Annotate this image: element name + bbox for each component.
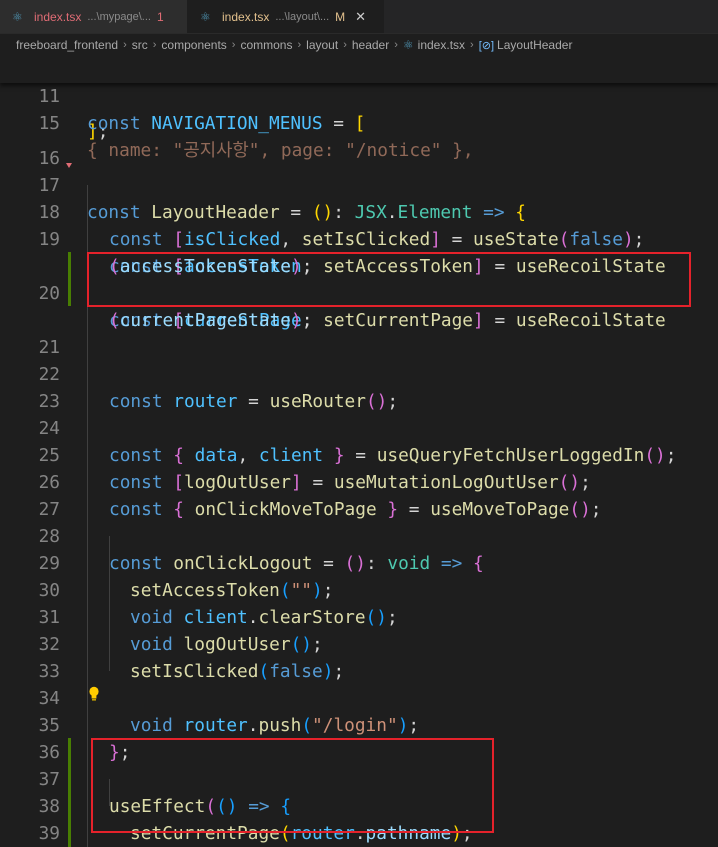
code-editor[interactable]: 15 { name: "공지사항", page: "/notice" }, ];… bbox=[0, 56, 718, 847]
react-file-icon: ⚛ bbox=[12, 9, 23, 24]
code-line-wrapped: (accessTokenState); bbox=[0, 226, 718, 277]
chevron-right-icon: › bbox=[123, 39, 127, 51]
line-number: 11 bbox=[38, 86, 60, 107]
code-line: 17 const LayoutHeader = (): JSX.Element … bbox=[0, 145, 718, 223]
close-icon[interactable]: ✕ bbox=[355, 9, 366, 25]
breadcrumb-item[interactable]: layout bbox=[306, 38, 338, 52]
code-line: 26 const { onClickMoveToPage } = useMove… bbox=[0, 442, 718, 520]
chevron-right-icon: › bbox=[297, 39, 302, 51]
chevron-right-icon: › bbox=[152, 39, 157, 51]
chevron-right-icon: › bbox=[470, 39, 474, 51]
code-line: 33 bbox=[0, 631, 718, 682]
react-file-icon: ⚛ bbox=[402, 38, 414, 52]
annotation-highlight-box bbox=[87, 252, 691, 307]
breadcrumb-item[interactable]: src bbox=[132, 38, 148, 52]
code-line: 18 const [isClicked, setIsClicked] = use… bbox=[0, 172, 718, 250]
code-line: 23 bbox=[0, 361, 718, 412]
code-line: 28 const onClickLogout = (): void => { bbox=[0, 496, 718, 574]
react-file-icon: ⚛ bbox=[200, 9, 211, 24]
tab-modified-badge: M bbox=[335, 9, 346, 24]
tab-file-path: ...\layout\... bbox=[275, 10, 330, 23]
code-line: 34 void router.push("/login"); bbox=[0, 658, 718, 736]
breadcrumb: freeboard_frontend › src › components › … bbox=[0, 34, 718, 56]
tab-file-path: ...\mypage\... bbox=[87, 10, 151, 23]
code-line: 25 const [logOutUser] = useMutationLogOu… bbox=[0, 415, 718, 493]
breadcrumb-item[interactable]: freeboard_frontend bbox=[16, 38, 118, 52]
breadcrumb-item[interactable]: header bbox=[352, 38, 389, 52]
git-modified-marker bbox=[68, 252, 71, 306]
code-line: 32 setIsClicked(false); bbox=[0, 604, 718, 682]
code-text: const NAVIGATION_MENUS = [ bbox=[87, 113, 366, 134]
git-modified-marker bbox=[68, 738, 71, 847]
chevron-right-icon: › bbox=[343, 39, 347, 51]
code-line: 36 bbox=[0, 712, 718, 763]
code-line: 31 void logOutUser(); bbox=[0, 577, 718, 655]
breadcrumb-item[interactable]: LayoutHeader bbox=[497, 38, 572, 52]
indent-guide bbox=[109, 536, 110, 671]
tab-problem-badge: 1 bbox=[156, 9, 164, 24]
tab-layout-index[interactable]: ⚛ index.tsx ...\layout\... M ✕ bbox=[188, 0, 384, 33]
breadcrumb-item[interactable]: index.tsx bbox=[418, 38, 465, 52]
code-line: 35 }; bbox=[0, 685, 718, 763]
annotation-highlight-box bbox=[91, 738, 494, 833]
breadcrumb-item[interactable]: commons bbox=[240, 38, 292, 52]
lightbulb-icon[interactable] bbox=[88, 686, 100, 702]
sticky-scroll-line[interactable]: 11 const NAVIGATION_MENUS = [ bbox=[0, 56, 718, 134]
symbol-class-icon: [⊘] bbox=[478, 39, 495, 52]
code-line: 24 const { data, client } = useQueryFetc… bbox=[0, 388, 718, 466]
editor-tab-bar: ⚛ index.tsx ...\mypage\... 1 ⚛ index.tsx… bbox=[0, 0, 718, 34]
code-line: 19 const [accessToken, setAccessToken] =… bbox=[0, 199, 718, 277]
fold-marker bbox=[66, 163, 72, 168]
code-line: 27 bbox=[0, 469, 718, 520]
code-line: 30 void client.clearStore(); bbox=[0, 550, 718, 628]
chevron-right-icon: › bbox=[394, 39, 398, 51]
tab-mypage-index[interactable]: ⚛ index.tsx ...\mypage\... 1 bbox=[0, 0, 188, 33]
code-line: 22 const router = useRouter(); bbox=[0, 334, 718, 412]
breadcrumb-item[interactable]: components bbox=[161, 38, 226, 52]
chevron-right-icon: › bbox=[231, 39, 236, 51]
tab-file-name: index.tsx bbox=[222, 9, 270, 24]
code-line: 29 setAccessToken(""); bbox=[0, 523, 718, 601]
code-line: 21 bbox=[0, 307, 718, 358]
tab-file-name: index.tsx bbox=[34, 9, 82, 24]
